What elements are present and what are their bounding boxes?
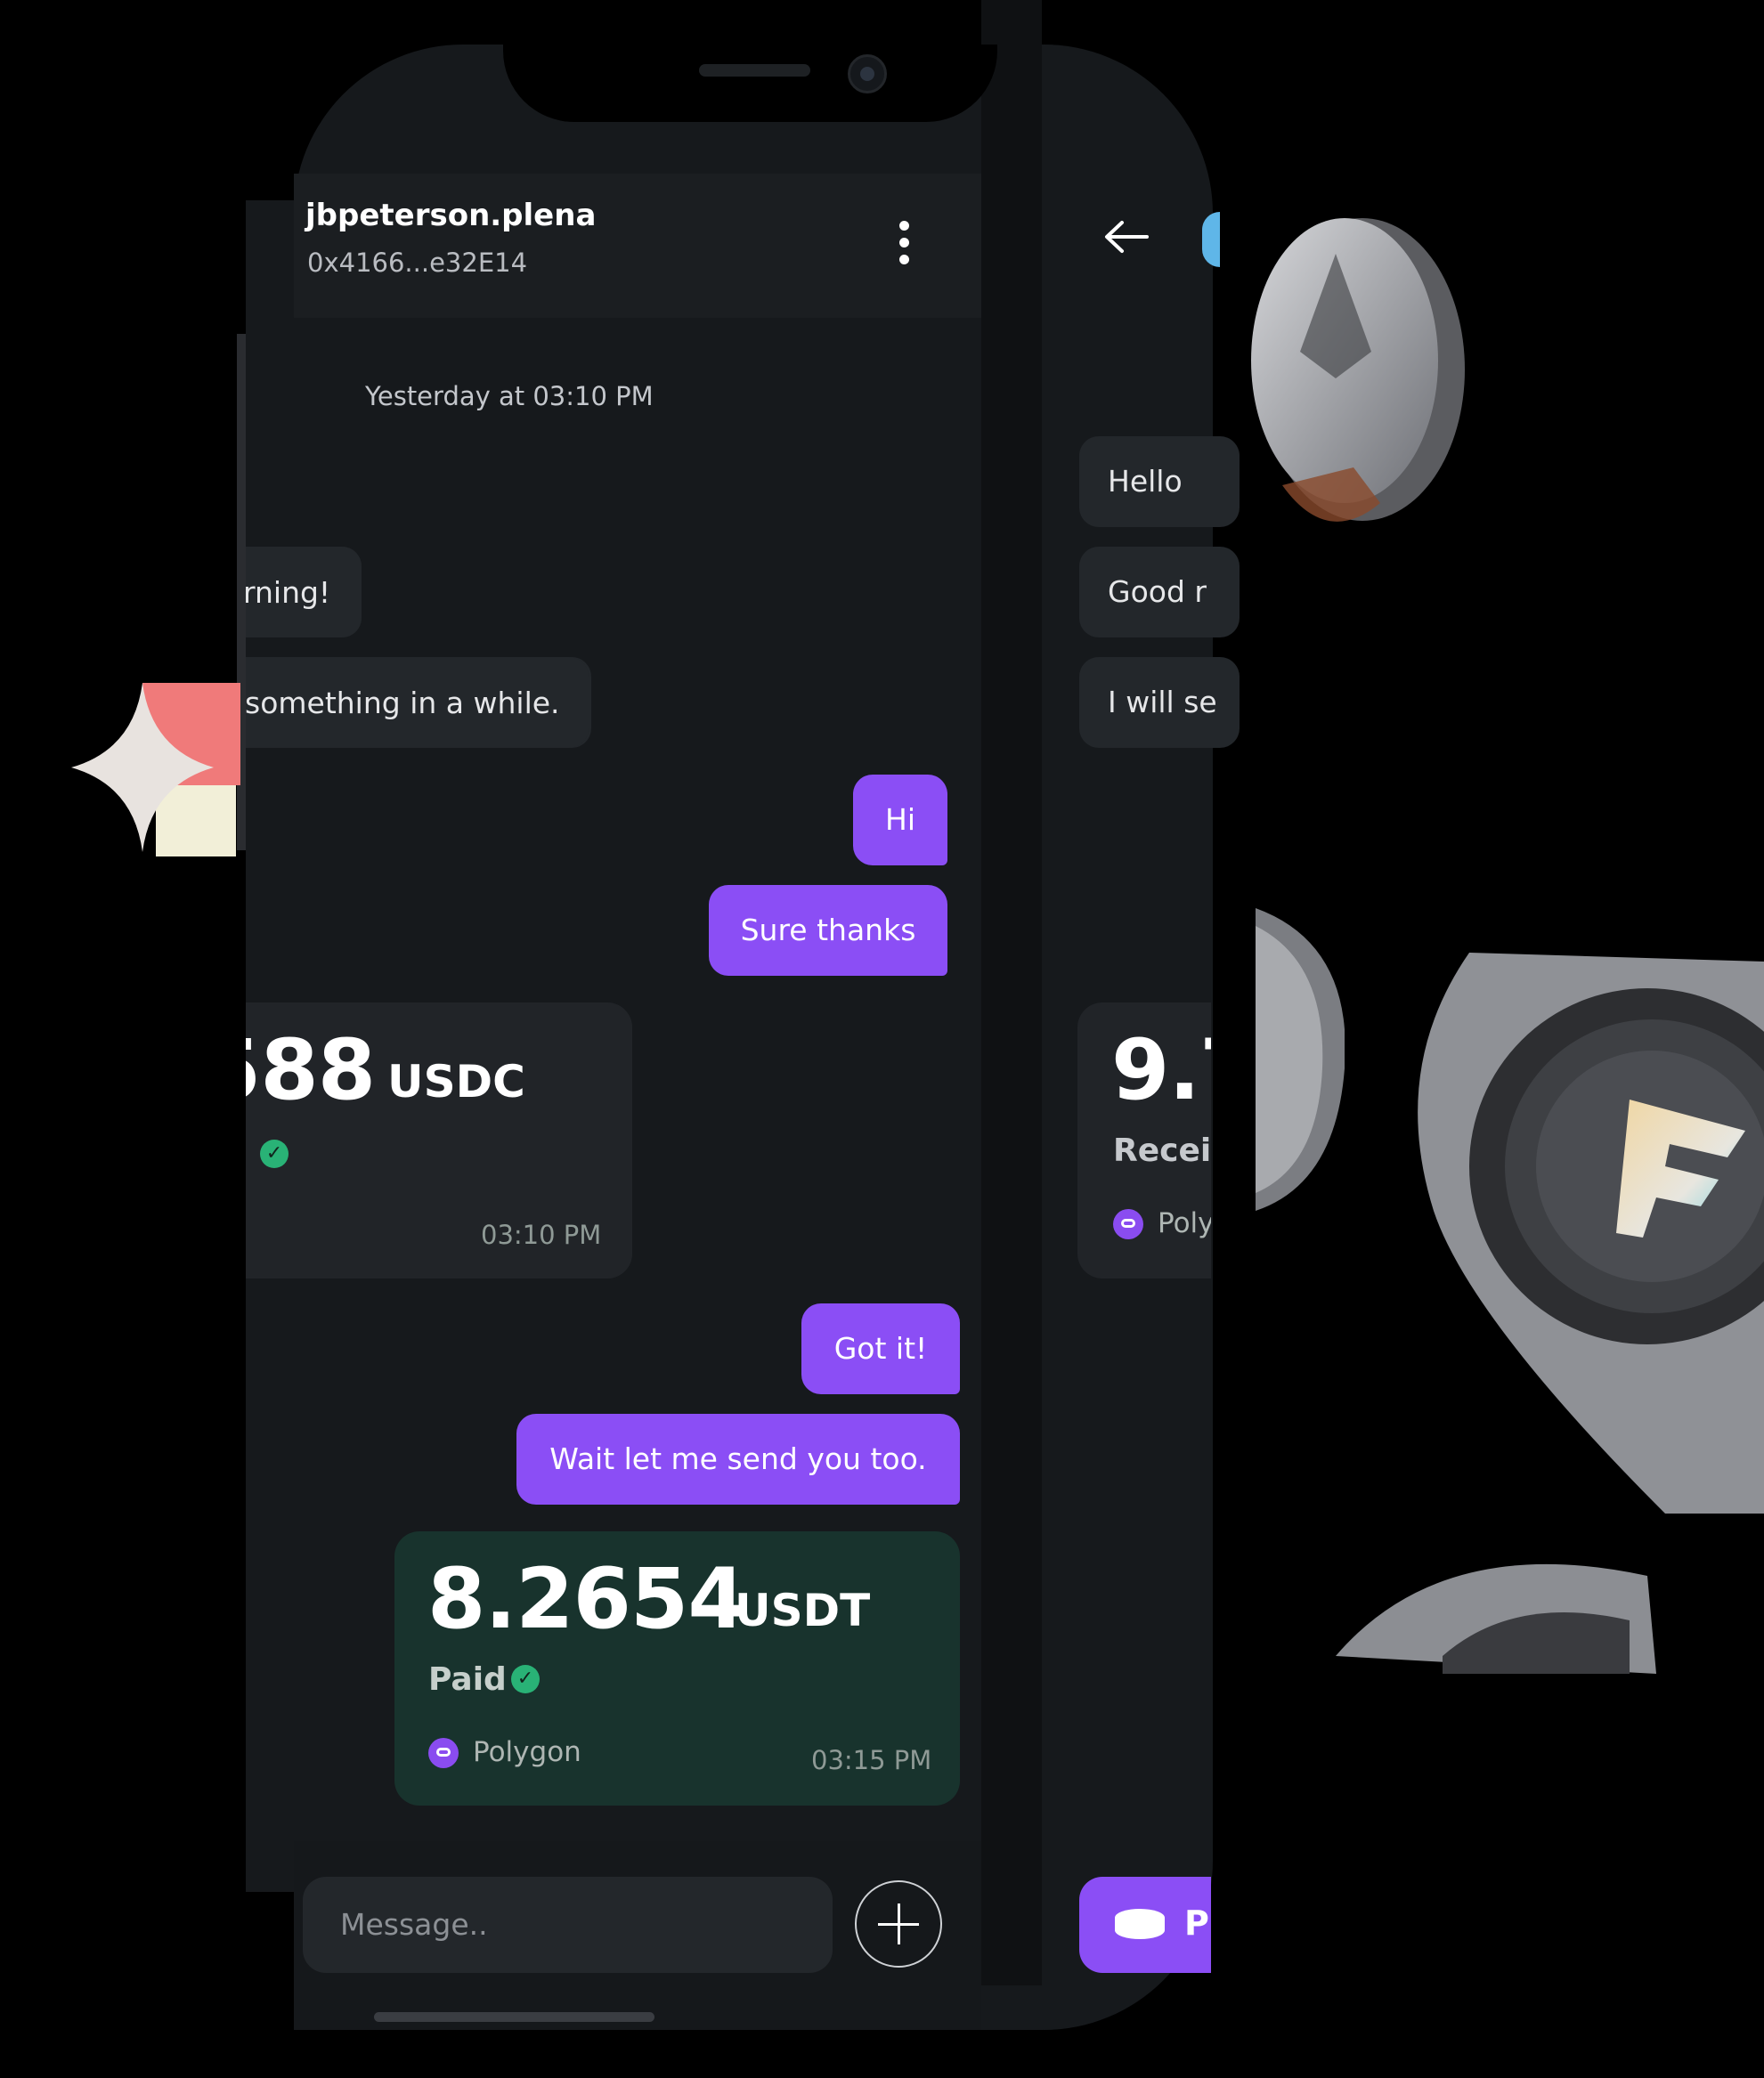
paid-payment-card[interactable]: 8.2654 USDT Paid ✓ Polygon 03:15 PM — [394, 1531, 960, 1806]
payment-amount: 8.2654 — [427, 1551, 746, 1648]
payment-status: Receiv — [1113, 1132, 1211, 1169]
message-text-edge: rning! — [243, 575, 331, 610]
payment-network: Polygon — [473, 1736, 581, 1768]
preview-avatar — [1202, 212, 1220, 267]
pane-divider — [981, 0, 1042, 1985]
home-indicator — [374, 2012, 654, 2022]
message-text: Hello — [1108, 464, 1183, 499]
message-text: I will se — [1108, 685, 1217, 719]
message-text: Good r — [1108, 574, 1207, 609]
payment-network: Poly — [1158, 1207, 1211, 1239]
preview-message: Hello — [1079, 436, 1240, 527]
message-input[interactable]: Message.. — [303, 1877, 833, 1973]
outgoing-message: Got it! — [801, 1303, 960, 1394]
payment-time: 03:15 PM — [811, 1745, 932, 1775]
check-circle-icon: ✓ — [260, 1140, 289, 1168]
outgoing-message: Wait let me send you too. — [516, 1414, 960, 1505]
front-camera-icon — [848, 54, 887, 93]
message-text: Hi — [885, 802, 915, 837]
contact-name: jbpeterson.plena — [305, 198, 597, 233]
sparkle-star-icon — [71, 683, 240, 856]
ethereum-coin-icon — [1251, 218, 1465, 522]
coin-edge-icon — [1256, 908, 1345, 1211]
plena-coin-icon — [1418, 953, 1764, 1514]
preview-message: I will se — [1079, 657, 1240, 748]
chat-header — [294, 174, 981, 318]
preview-payment-card[interactable]: 9.7 Receiv Poly — [1077, 1002, 1211, 1278]
chat-date-separator: Yesterday at 03:10 PM — [365, 381, 654, 411]
polygon-network-icon — [1113, 1209, 1143, 1239]
payment-unit: USDC — [387, 1056, 525, 1108]
pay-button-label: P — [1184, 1903, 1209, 1943]
contact-address: 0x4166...e32E14 — [307, 248, 528, 278]
pay-button[interactable]: P — [1079, 1877, 1211, 1973]
left-bezel — [0, 0, 246, 2078]
check-circle-icon: ✓ — [511, 1665, 540, 1693]
back-arrow-icon[interactable] — [1102, 219, 1149, 255]
plus-icon[interactable] — [855, 1880, 942, 1968]
outgoing-message: Sure thanks — [709, 885, 947, 976]
phone-notch — [503, 45, 997, 122]
message-text: Got it! — [833, 1331, 928, 1366]
payment-time: 03:10 PM — [481, 1220, 602, 1250]
message-text-edge: something in a while. — [245, 686, 560, 720]
payment-amount: 9.7 — [1111, 1022, 1211, 1119]
coin-stack-icon — [1115, 1909, 1165, 1939]
coin-bottom-icon — [1336, 1563, 1656, 1674]
outgoing-message: Hi — [853, 775, 947, 865]
sparkle-overlay — [67, 678, 245, 856]
polygon-network-icon — [428, 1738, 459, 1768]
message-text: Wait let me send you too. — [549, 1441, 927, 1476]
payment-status: Paid — [428, 1661, 507, 1698]
payment-unit: USDT — [735, 1585, 871, 1636]
speaker-grille — [699, 64, 810, 77]
preview-message: Good r — [1079, 547, 1240, 637]
more-options-icon[interactable] — [890, 221, 917, 265]
message-text: Sure thanks — [740, 913, 916, 947]
